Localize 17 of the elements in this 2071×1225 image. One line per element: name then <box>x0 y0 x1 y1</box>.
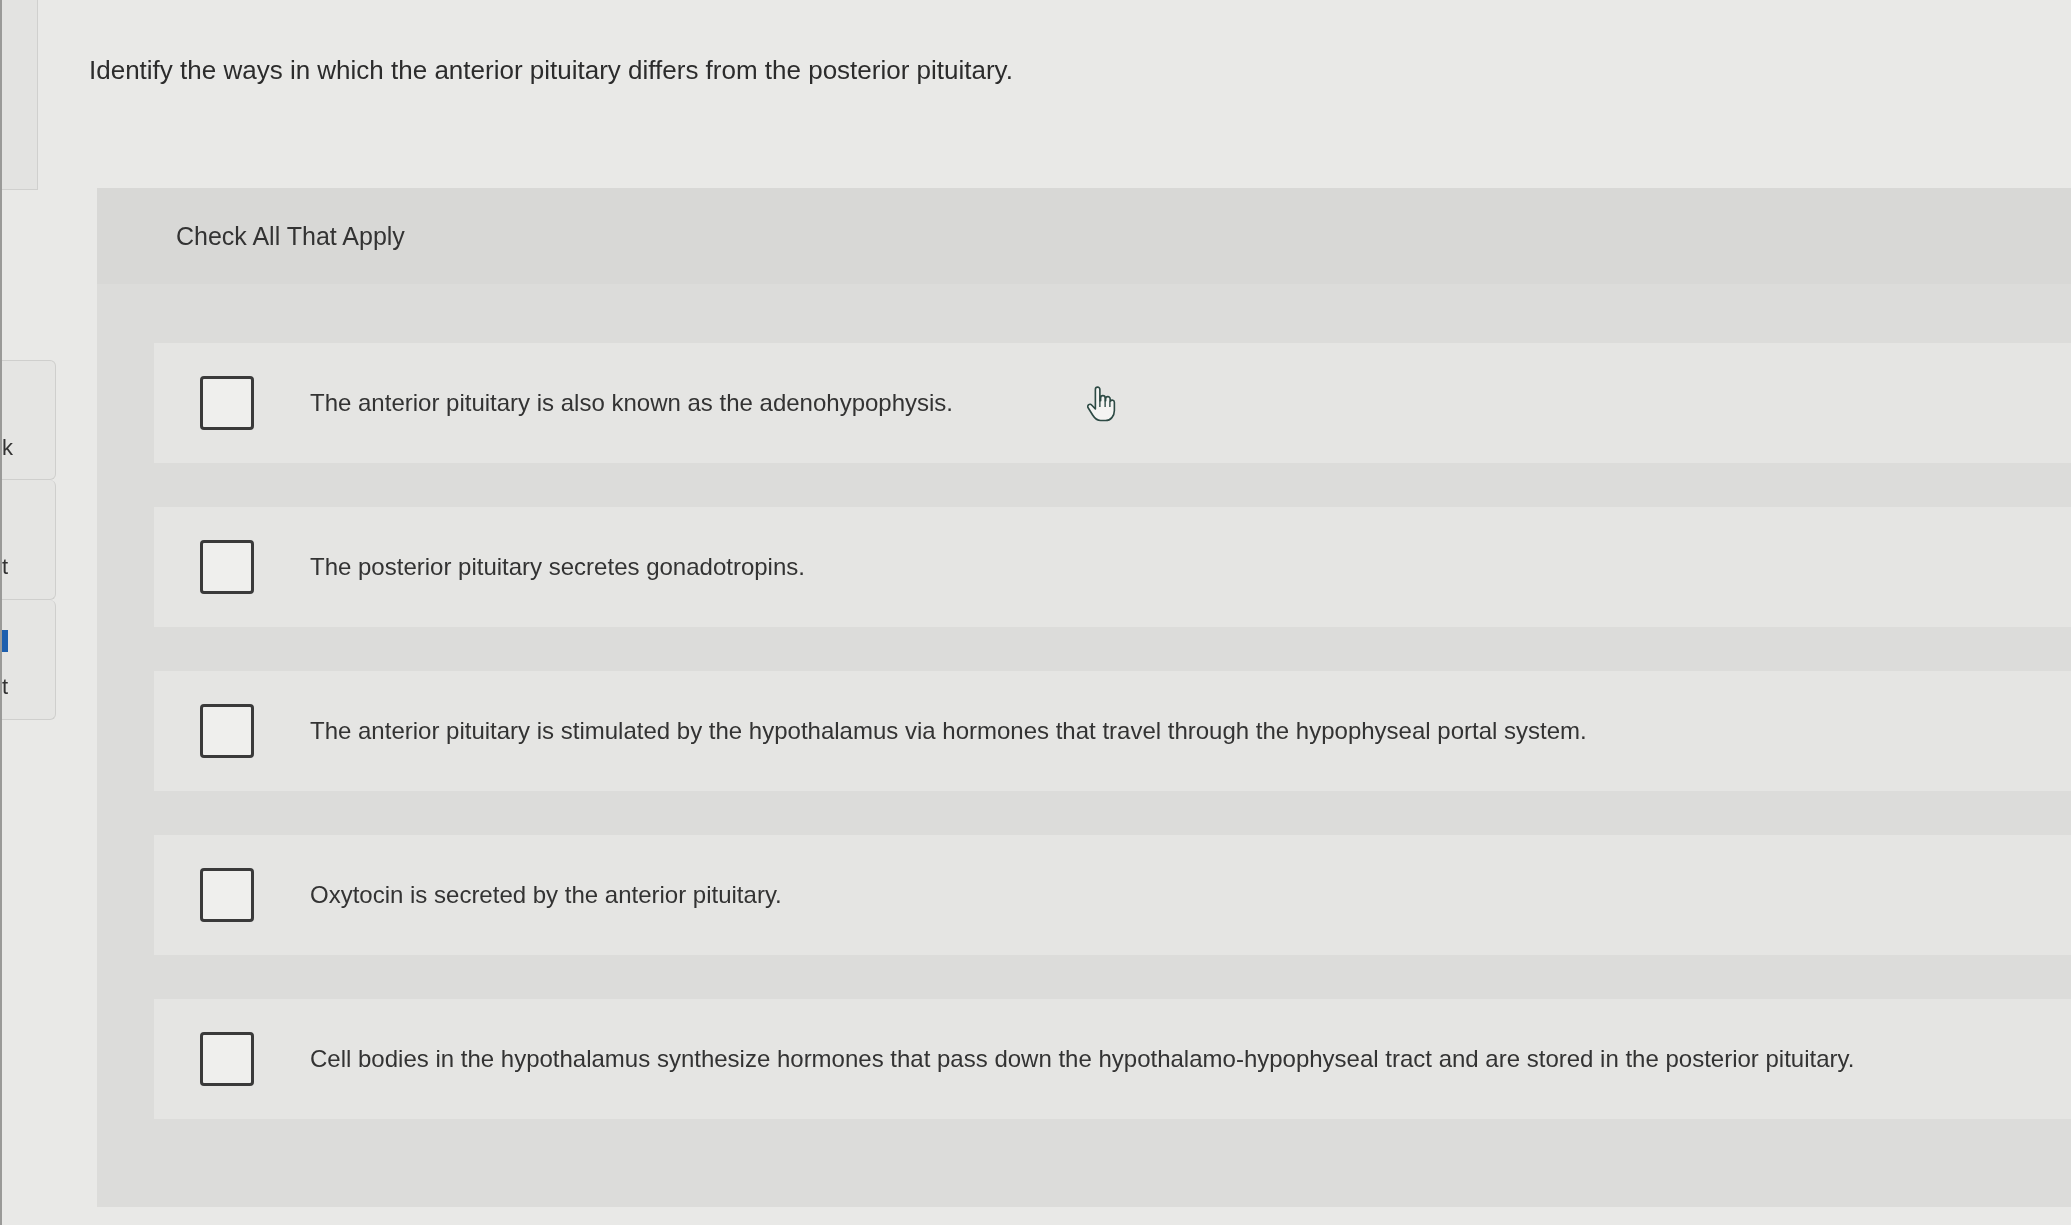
sidebar-item[interactable]: t <box>2 600 56 720</box>
checkbox[interactable] <box>200 868 254 922</box>
option-text: The anterior pituitary is also known as the adenohypophysis. <box>310 388 954 418</box>
option-text: The anterior pituitary is stimulated by the hypothalamus via hormones that travel through the hypophyseal portal system. <box>310 716 1587 746</box>
checkbox[interactable] <box>200 540 254 594</box>
checkbox[interactable] <box>200 1032 254 1086</box>
checkbox[interactable] <box>200 704 254 758</box>
instruction-text: Check All That Apply <box>176 221 405 251</box>
pointer-hand-icon <box>1086 386 1116 424</box>
sidebar-item[interactable]: k <box>2 360 56 480</box>
checkbox[interactable] <box>200 376 254 430</box>
option-text: The posterior pituitary secretes gonadotropins. <box>310 552 805 582</box>
option-text: Cell bodies in the hypothalamus synthesize hormones that pass down the hypothalamo-hypophyseal tract and are stored in the posterior pituitary. <box>310 1044 1855 1074</box>
selection-bar-icon <box>2 630 8 652</box>
sidebar-item[interactable]: t <box>2 480 56 600</box>
option-text: Oxytocin is secreted by the anterior pituitary. <box>310 880 782 910</box>
question-text: Identify the ways in which the anterior pituitary differs from the posterior pituitary. <box>89 54 1014 86</box>
